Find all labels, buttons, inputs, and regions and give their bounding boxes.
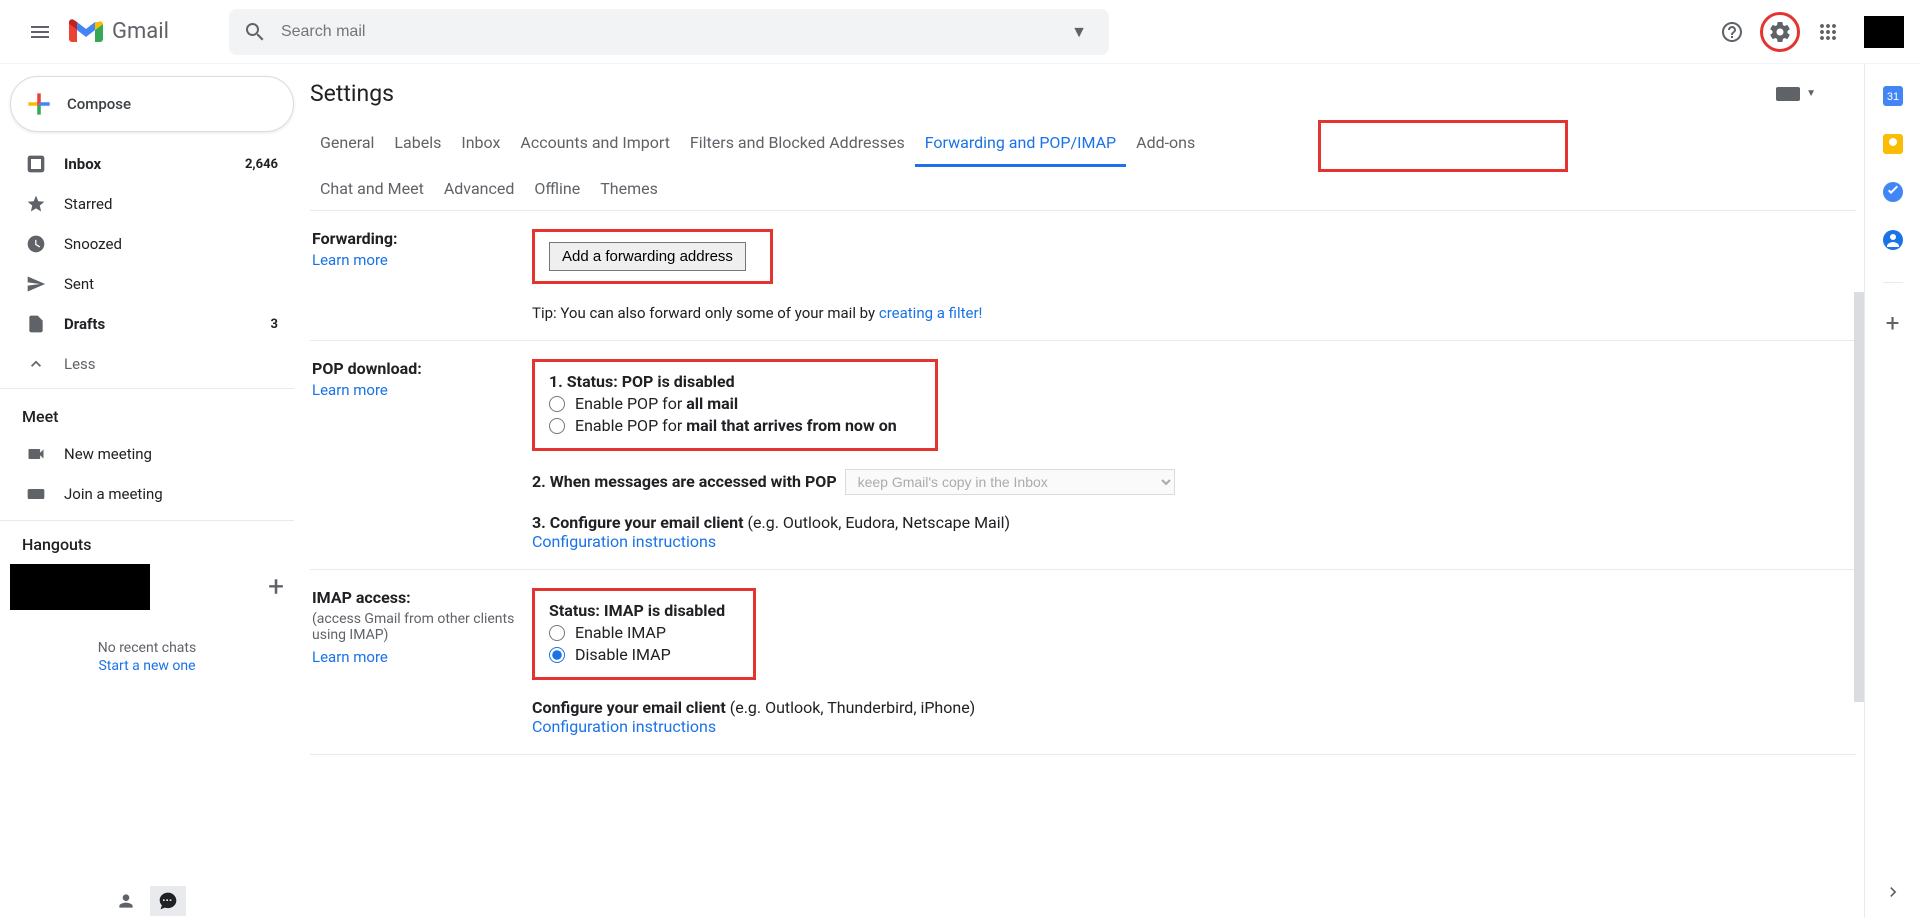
imap-label: IMAP access: xyxy=(312,588,532,607)
pop-enable-now-radio[interactable] xyxy=(549,418,565,434)
tab-inbox[interactable]: Inbox xyxy=(451,121,510,167)
clock-icon xyxy=(26,234,46,254)
pop-action-select[interactable]: keep Gmail's copy in the Inbox xyxy=(845,469,1175,495)
start-chat-link[interactable]: Start a new one xyxy=(0,658,294,674)
imap-config-link[interactable]: Configuration instructions xyxy=(532,717,1856,736)
pop-enable-now[interactable]: Enable POP for mail that arrives from no… xyxy=(549,416,897,435)
input-tool-selector[interactable]: ▼ xyxy=(1776,87,1816,101)
sidebar: Compose Inbox 2,646 Starred Snoozed Sent… xyxy=(0,64,294,918)
no-chats-text: No recent chats xyxy=(0,640,294,656)
gmail-brand-text: Gmail xyxy=(112,19,169,44)
tab-forwarding[interactable]: Forwarding and POP/IMAP xyxy=(915,121,1126,167)
tab-general[interactable]: General xyxy=(310,121,384,167)
sidebar-drafts[interactable]: Drafts 3 xyxy=(0,304,294,344)
hangouts-add-icon[interactable]: + xyxy=(268,570,294,603)
hangouts-account[interactable] xyxy=(10,564,150,610)
forwarding-section: Forwarding: Learn more Add a forwarding … xyxy=(310,211,1856,341)
imap-section: IMAP access: (access Gmail from other cl… xyxy=(310,570,1856,755)
tab-highlight-annotation xyxy=(1318,120,1568,172)
pop-learn-more[interactable]: Learn more xyxy=(312,381,388,399)
imap-status: IMAP is disabled xyxy=(604,601,725,620)
create-filter-link[interactable]: creating a filter! xyxy=(879,304,983,322)
sidebar-inbox[interactable]: Inbox 2,646 xyxy=(0,144,294,184)
new-meeting[interactable]: New meeting xyxy=(0,434,294,474)
chevron-up-icon xyxy=(26,354,46,374)
google-apps-icon[interactable] xyxy=(1808,12,1848,52)
keyboard-icon xyxy=(26,484,46,504)
page-title: Settings xyxy=(310,80,394,107)
sidebar-starred[interactable]: Starred xyxy=(0,184,294,224)
pop-label: POP download: xyxy=(312,359,532,378)
pop-section: POP download: Learn more 1. Status: POP … xyxy=(310,341,1856,570)
imap-learn-more[interactable]: Learn more xyxy=(312,648,388,666)
imap-enable[interactable]: Enable IMAP xyxy=(549,623,725,642)
imap-disable[interactable]: Disable IMAP xyxy=(549,645,725,664)
compose-button[interactable]: Compose xyxy=(10,76,294,132)
pop-status: POP is disabled xyxy=(622,372,735,391)
main-content: Settings ▼ General Labels Inbox Accounts… xyxy=(294,64,1864,918)
inbox-icon xyxy=(26,154,46,174)
imap-enable-radio[interactable] xyxy=(549,625,565,641)
meet-section-title: Meet xyxy=(0,389,294,434)
gmail-logo-icon xyxy=(68,18,104,46)
sidebar-snoozed[interactable]: Snoozed xyxy=(0,224,294,264)
tab-chat[interactable]: Chat and Meet xyxy=(310,167,434,210)
settings-tabs: General Labels Inbox Accounts and Import… xyxy=(310,121,1856,211)
side-panel: 31 + xyxy=(1864,64,1920,918)
forwarding-learn-more[interactable]: Learn more xyxy=(312,251,388,269)
help-icon[interactable] xyxy=(1712,12,1752,52)
add-forwarding-button[interactable]: Add a forwarding address xyxy=(549,242,746,271)
file-icon xyxy=(26,314,46,334)
search-input[interactable] xyxy=(281,23,1063,41)
pop-enable-all[interactable]: Enable POP for all mail xyxy=(549,394,897,413)
svg-text:31: 31 xyxy=(1886,91,1898,103)
gmail-logo[interactable]: Gmail xyxy=(68,18,169,46)
imap-highlight-box: Status: IMAP is disabled Enable IMAP Dis… xyxy=(532,588,756,680)
tasks-app-icon[interactable] xyxy=(1881,180,1905,204)
tab-advanced[interactable]: Advanced xyxy=(434,167,525,210)
tab-labels[interactable]: Labels xyxy=(384,121,451,167)
star-icon xyxy=(26,194,46,214)
search-options-icon[interactable]: ▼ xyxy=(1063,22,1095,42)
search-box[interactable]: ▼ xyxy=(229,9,1109,55)
tab-addons[interactable]: Add-ons xyxy=(1126,121,1205,167)
panel-collapse-icon[interactable] xyxy=(1883,882,1903,906)
add-apps-icon[interactable]: + xyxy=(1881,313,1905,337)
tab-themes[interactable]: Themes xyxy=(590,167,668,210)
people-tab-icon[interactable] xyxy=(108,886,144,916)
forwarding-label: Forwarding: xyxy=(312,229,532,248)
header-actions xyxy=(1712,12,1904,52)
send-icon xyxy=(26,274,46,294)
sidebar-sent[interactable]: Sent xyxy=(0,264,294,304)
calendar-app-icon[interactable]: 31 xyxy=(1881,84,1905,108)
forwarding-tip-text: Tip: You can also forward only some of y… xyxy=(532,304,879,322)
keep-app-icon[interactable] xyxy=(1881,132,1905,156)
search-icon xyxy=(243,20,267,44)
main-menu-icon[interactable] xyxy=(16,8,64,56)
video-icon xyxy=(26,444,46,464)
join-meeting[interactable]: Join a meeting xyxy=(0,474,294,514)
imap-sub: (access Gmail from other clients using I… xyxy=(312,611,532,643)
compose-label: Compose xyxy=(67,95,131,113)
pop-step2-label: 2. When messages are accessed with POP xyxy=(532,472,837,491)
hangouts-title: Hangouts xyxy=(22,535,92,554)
add-forwarding-highlight: Add a forwarding address xyxy=(532,229,773,284)
plus-icon xyxy=(23,88,55,120)
pop-highlight-box: 1. Status: POP is disabled Enable POP fo… xyxy=(532,359,938,451)
keyboard-small-icon xyxy=(1776,87,1800,101)
chat-tab-icon[interactable] xyxy=(150,886,186,916)
contacts-app-icon[interactable] xyxy=(1881,228,1905,252)
tab-filters[interactable]: Filters and Blocked Addresses xyxy=(680,121,915,167)
scrollbar[interactable] xyxy=(1854,292,1864,702)
sidebar-footer-tabs xyxy=(0,880,294,918)
pop-config-link[interactable]: Configuration instructions xyxy=(532,532,1856,551)
header: Gmail ▼ xyxy=(0,0,1920,64)
tab-accounts[interactable]: Accounts and Import xyxy=(510,121,680,167)
settings-gear-icon[interactable] xyxy=(1760,12,1800,52)
tab-offline[interactable]: Offline xyxy=(524,167,590,210)
imap-disable-radio[interactable] xyxy=(549,647,565,663)
account-avatar[interactable] xyxy=(1864,16,1904,48)
pop-enable-all-radio[interactable] xyxy=(549,396,565,412)
sidebar-less[interactable]: Less xyxy=(0,344,294,384)
